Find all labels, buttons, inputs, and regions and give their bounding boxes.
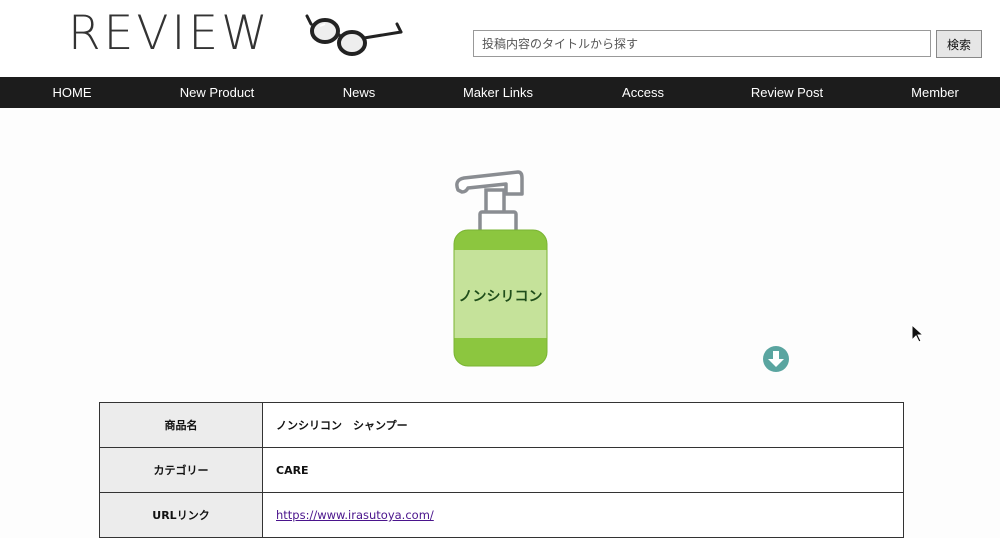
- nav-item-maker-links[interactable]: Maker Links: [463, 77, 533, 108]
- nav-item-new-product[interactable]: New Product: [180, 77, 254, 108]
- mouse-cursor-icon: [911, 324, 925, 343]
- site-header: REVIEW 検索: [0, 0, 1000, 77]
- nav-item-news[interactable]: News: [343, 77, 376, 108]
- row-label-url: URLリンク: [99, 492, 263, 538]
- nav-item-review-post[interactable]: Review Post: [751, 77, 823, 108]
- row-value-category: CARE: [262, 447, 904, 493]
- table-row: 商品名 ノンシリコン シャンプー: [99, 402, 904, 448]
- site-logo[interactable]: REVIEW: [68, 6, 271, 61]
- search-input[interactable]: [473, 30, 931, 57]
- url-link[interactable]: https://www.irasutoya.com/: [276, 508, 434, 522]
- main-nav: HOME New Product News Maker Links Access…: [0, 77, 1000, 108]
- row-value-url: https://www.irasutoya.com/: [262, 492, 904, 538]
- row-label-product-name: 商品名: [99, 402, 263, 448]
- nav-item-member[interactable]: Member: [911, 77, 959, 108]
- search-button[interactable]: 検索: [936, 30, 982, 58]
- row-label-category: カテゴリー: [99, 447, 263, 493]
- table-row: URLリンク https://www.irasutoya.com/: [99, 492, 904, 538]
- glasses-icon: [305, 14, 403, 56]
- row-value-product-name: ノンシリコン シャンプー: [262, 402, 904, 448]
- table-row: カテゴリー CARE: [99, 447, 904, 493]
- nav-item-access[interactable]: Access: [622, 77, 664, 108]
- download-icon[interactable]: [762, 345, 790, 373]
- product-label: ノンシリコン: [458, 289, 543, 305]
- shampoo-bottle-icon: [453, 170, 548, 367]
- nav-item-home[interactable]: HOME: [53, 77, 92, 108]
